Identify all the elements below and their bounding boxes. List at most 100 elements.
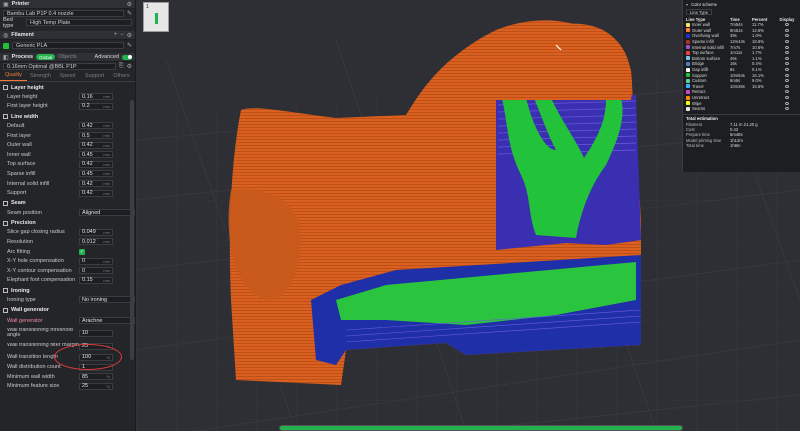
visibility-eye-icon[interactable]: [785, 28, 789, 32]
setting-label: Outer wall: [7, 142, 32, 149]
slice-gap-input[interactable]: 0.049 mm: [79, 228, 113, 236]
legend-color-swatch: [686, 61, 690, 66]
total-time-label: Total time: [686, 142, 704, 148]
filament-color-swatch[interactable]: [3, 42, 9, 49]
visibility-eye-icon[interactable]: [785, 101, 789, 105]
arc-fitting-checkbox[interactable]: ✓: [79, 248, 85, 255]
tab-support[interactable]: Support: [81, 73, 108, 81]
ironing-type-select[interactable]: No ironing: [79, 296, 135, 304]
line-width-inner-wall-input[interactable]: 0.45 mm: [79, 151, 113, 159]
printer-settings-icon[interactable]: ⚙: [127, 1, 132, 8]
setting-label: Slice gap closing radius: [7, 229, 65, 236]
filament-usage-value: 7.11 m 21.20 g: [730, 121, 758, 127]
visibility-eye-icon[interactable]: [785, 96, 789, 100]
seam-group-title: Seam: [11, 200, 26, 207]
visibility-eye-icon[interactable]: [785, 62, 789, 66]
save-preset-icon[interactable]: ⎘: [119, 63, 124, 70]
line-width-sparse-infill-input[interactable]: 0.45 mm: [79, 170, 113, 178]
compare-preset-icon[interactable]: ⚙: [127, 63, 132, 70]
layer-slider[interactable]: [279, 425, 683, 431]
filament-select[interactable]: Generic PLA: [12, 42, 124, 49]
process-section-header[interactable]: ◧ Process Global Objects Advanced: [0, 53, 135, 62]
legend-percent: 15.6%: [752, 83, 764, 89]
legend-time: 16s: [730, 61, 737, 67]
line-width-first-layer-input[interactable]: 0.5 mm: [79, 132, 113, 140]
layer-height-input[interactable]: 0.16 mm: [79, 93, 113, 101]
add-filament-icon[interactable]: +: [114, 32, 118, 38]
remove-filament-icon[interactable]: −: [120, 32, 124, 38]
legend-time: 7m7s: [730, 44, 741, 50]
resolution-input[interactable]: 0.012 mm: [79, 238, 113, 246]
legend-percent: 0.4%: [752, 61, 762, 67]
printer-edit-icon[interactable]: ✎: [127, 10, 132, 17]
plate-thumbnail[interactable]: 1: [143, 2, 169, 32]
visibility-eye-icon[interactable]: [785, 84, 789, 88]
setting-row: Ironing type No ironing: [0, 295, 135, 305]
visibility-eye-icon[interactable]: [785, 90, 789, 94]
xy-hole-compensation-input[interactable]: 0 mm: [79, 257, 113, 265]
advanced-toggle[interactable]: [122, 54, 132, 60]
setting-label: Support: [7, 190, 27, 197]
filament-section-header[interactable]: ◍ Filament + − ⚙: [0, 31, 135, 40]
legend-color-swatch: [686, 39, 690, 44]
filament-settings-icon[interactable]: ⚙: [127, 32, 132, 39]
visibility-eye-icon[interactable]: [785, 68, 789, 72]
legend-color-swatch: [686, 95, 690, 100]
printer-section-header[interactable]: ▣ Printer ⚙: [0, 0, 135, 9]
legend-color-swatch: [686, 67, 690, 72]
color-scheme-select[interactable]: Line Type: [686, 9, 713, 15]
first-layer-height-input[interactable]: 0.2 mm: [79, 102, 113, 110]
minimum-wall-width-input[interactable]: 85%: [79, 373, 113, 381]
legend-line-type: Custom: [692, 78, 707, 84]
legend-color-swatch: [686, 45, 690, 50]
objects-mode-button[interactable]: Objects: [58, 54, 91, 60]
setting-row: Default 0.42 mm: [0, 121, 135, 131]
line-width-support-input[interactable]: 0.42 mm: [79, 189, 113, 197]
visibility-eye-icon[interactable]: [785, 51, 789, 55]
legend-color-swatch: [686, 101, 690, 106]
bed-type-select[interactable]: High Temp Plate: [26, 19, 132, 26]
visibility-eye-icon[interactable]: [785, 107, 789, 111]
visibility-eye-icon[interactable]: [785, 45, 789, 49]
minimum-feature-size-input[interactable]: 25%: [79, 382, 113, 390]
line-width-default-input[interactable]: 0.42 mm: [79, 122, 113, 130]
filament-edit-icon[interactable]: ✎: [127, 42, 132, 49]
legend-color-swatch: [686, 33, 690, 38]
global-mode-button[interactable]: Global: [36, 54, 56, 60]
legend-rows: Inner wall 7m54s 11.7% Outer wall 9m51s 14.5%…: [683, 22, 800, 112]
wall-threshold-input[interactable]: 10: [79, 329, 113, 337]
tab-speed[interactable]: Speed: [54, 73, 81, 81]
visibility-eye-icon[interactable]: [785, 23, 789, 27]
legend-percent: 18.8%: [752, 39, 764, 45]
legend-row: Seams: [683, 106, 800, 112]
xy-contour-compensation-input[interactable]: 0 mm: [79, 267, 113, 275]
legend-collapse-icon[interactable]: ▾: [686, 2, 688, 7]
setting-label: Seam position: [7, 209, 42, 216]
elephant-foot-input[interactable]: 0.15 mm: [79, 276, 113, 284]
legend-time: 10m54s: [730, 72, 745, 78]
line-width-outer-wall-input[interactable]: 0.42 mm: [79, 141, 113, 149]
visibility-eye-icon[interactable]: [785, 40, 789, 44]
legend-time: 39s: [730, 33, 737, 39]
legend-time: 1m11s: [730, 50, 743, 56]
visibility-eye-icon[interactable]: [785, 34, 789, 38]
tab-strength[interactable]: Strength: [27, 73, 54, 81]
wall-generator-select[interactable]: Arachne: [79, 317, 135, 325]
seam-group: Seam: [0, 199, 135, 208]
tab-others[interactable]: Others: [108, 73, 135, 81]
line-width-internal-solid-input[interactable]: 0.42 mm: [79, 180, 113, 188]
visibility-eye-icon[interactable]: [785, 56, 789, 60]
legend-col-type: Line Type: [686, 16, 706, 22]
legend-line-type: Top surface: [692, 50, 714, 56]
line-width-top-surface-input[interactable]: 0.42 mm: [79, 160, 113, 168]
process-title: Process: [11, 54, 34, 60]
settings-scrollbar[interactable]: [130, 100, 134, 360]
seam-position-select[interactable]: Aligned: [79, 209, 135, 217]
setting-label: Elephant foot compensation: [7, 277, 76, 284]
setting-row: Resolution 0.012 mm: [0, 237, 135, 247]
visibility-eye-icon[interactable]: [785, 73, 789, 77]
visibility-eye-icon[interactable]: [785, 79, 789, 83]
setting-label: Ironing type: [7, 296, 36, 303]
tab-quality[interactable]: Quality: [0, 72, 27, 81]
process-preset-select[interactable]: 0.16mm Optimal @BBL P1P: [3, 63, 116, 70]
